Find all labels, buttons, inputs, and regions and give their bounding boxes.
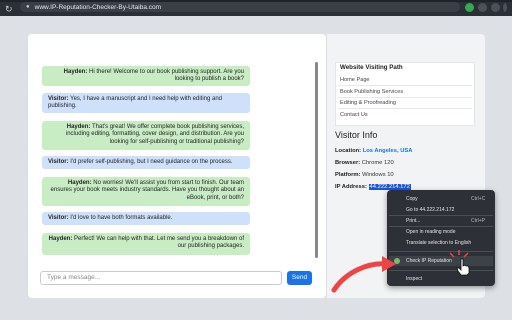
- menu-item-reading-mode[interactable]: Open in reading mode: [406, 229, 455, 235]
- visiting-path-title: Website Visiting Path: [340, 64, 403, 71]
- extensions-puzzle-icon[interactable]: [491, 3, 500, 12]
- location-value: Los Angeles, USA: [362, 148, 413, 154]
- chat-message: Hayden: That's great! We offer complete …: [42, 121, 250, 150]
- extension-icon[interactable]: [465, 3, 474, 12]
- menu-item-copy[interactable]: Copy: [406, 196, 418, 202]
- chat-message: Visitor: I'd love to have both formats a…: [42, 212, 250, 225]
- back-icon[interactable]: ↻: [5, 4, 13, 14]
- hand-cursor-icon: [456, 258, 470, 276]
- chat-message: Hayden: Perfect! We can help with that. …: [42, 233, 250, 255]
- chat-scrollbar[interactable]: [315, 62, 318, 258]
- context-menu: [387, 190, 495, 286]
- visitor-info-title: Visitor Info: [335, 130, 378, 140]
- menu-item-translate[interactable]: Translate selection to English: [406, 240, 471, 246]
- send-button[interactable]: Send: [287, 271, 312, 285]
- chat-message: Visitor: Yes, I have a manuscript and I …: [42, 93, 250, 113]
- profile-icon[interactable]: [478, 3, 487, 12]
- divider: [338, 97, 472, 98]
- divider: [338, 108, 472, 109]
- menu-item-inspect[interactable]: Inspect: [406, 276, 422, 282]
- chat-message: Hayden: No worries! We'll assist you fro…: [42, 177, 250, 206]
- chat-message: Hayden: Hi there! Welcome to our book pu…: [42, 66, 250, 86]
- menu-item-print[interactable]: Print...: [406, 218, 420, 224]
- shortcut-print: Ctrl+P: [471, 218, 486, 224]
- menu-separator: [389, 215, 493, 216]
- shortcut-copy: Ctrl+C: [471, 196, 486, 202]
- menu-separator: [389, 270, 493, 271]
- divider: [338, 85, 472, 86]
- menu-separator: [389, 226, 493, 227]
- location-row: Location: Los Angeles, USA: [335, 148, 413, 154]
- platform-row: Platform: Windows 10: [335, 172, 394, 178]
- menu-item-check-ip-reputation[interactable]: Check IP Reputation: [406, 258, 452, 264]
- menu-item-goto[interactable]: Go to 44.222.214.172: [406, 207, 454, 213]
- path-item: Book Publishing Services: [340, 89, 404, 95]
- red-arrow-icon: [331, 256, 396, 293]
- path-item: Editing & Proofreading: [340, 100, 396, 106]
- address-bar[interactable]: ● www.IP-Reputation-Checker-By-Utaiba.co…: [20, 2, 460, 12]
- browser-row: Browser: Chrome 120: [335, 160, 394, 166]
- message-input[interactable]: Type a message...: [40, 271, 282, 285]
- url-text: www.IP-Reputation-Checker-By-Utaiba.com: [34, 3, 162, 11]
- path-item: Home Page: [340, 77, 370, 83]
- menu-icon[interactable]: [503, 3, 507, 12]
- site-info-icon[interactable]: ●: [26, 4, 30, 10]
- menu-separator: [389, 251, 493, 252]
- path-item: Contact Us: [340, 112, 368, 118]
- chat-message: Visitor: I'd prefer self-publishing, but…: [42, 156, 250, 169]
